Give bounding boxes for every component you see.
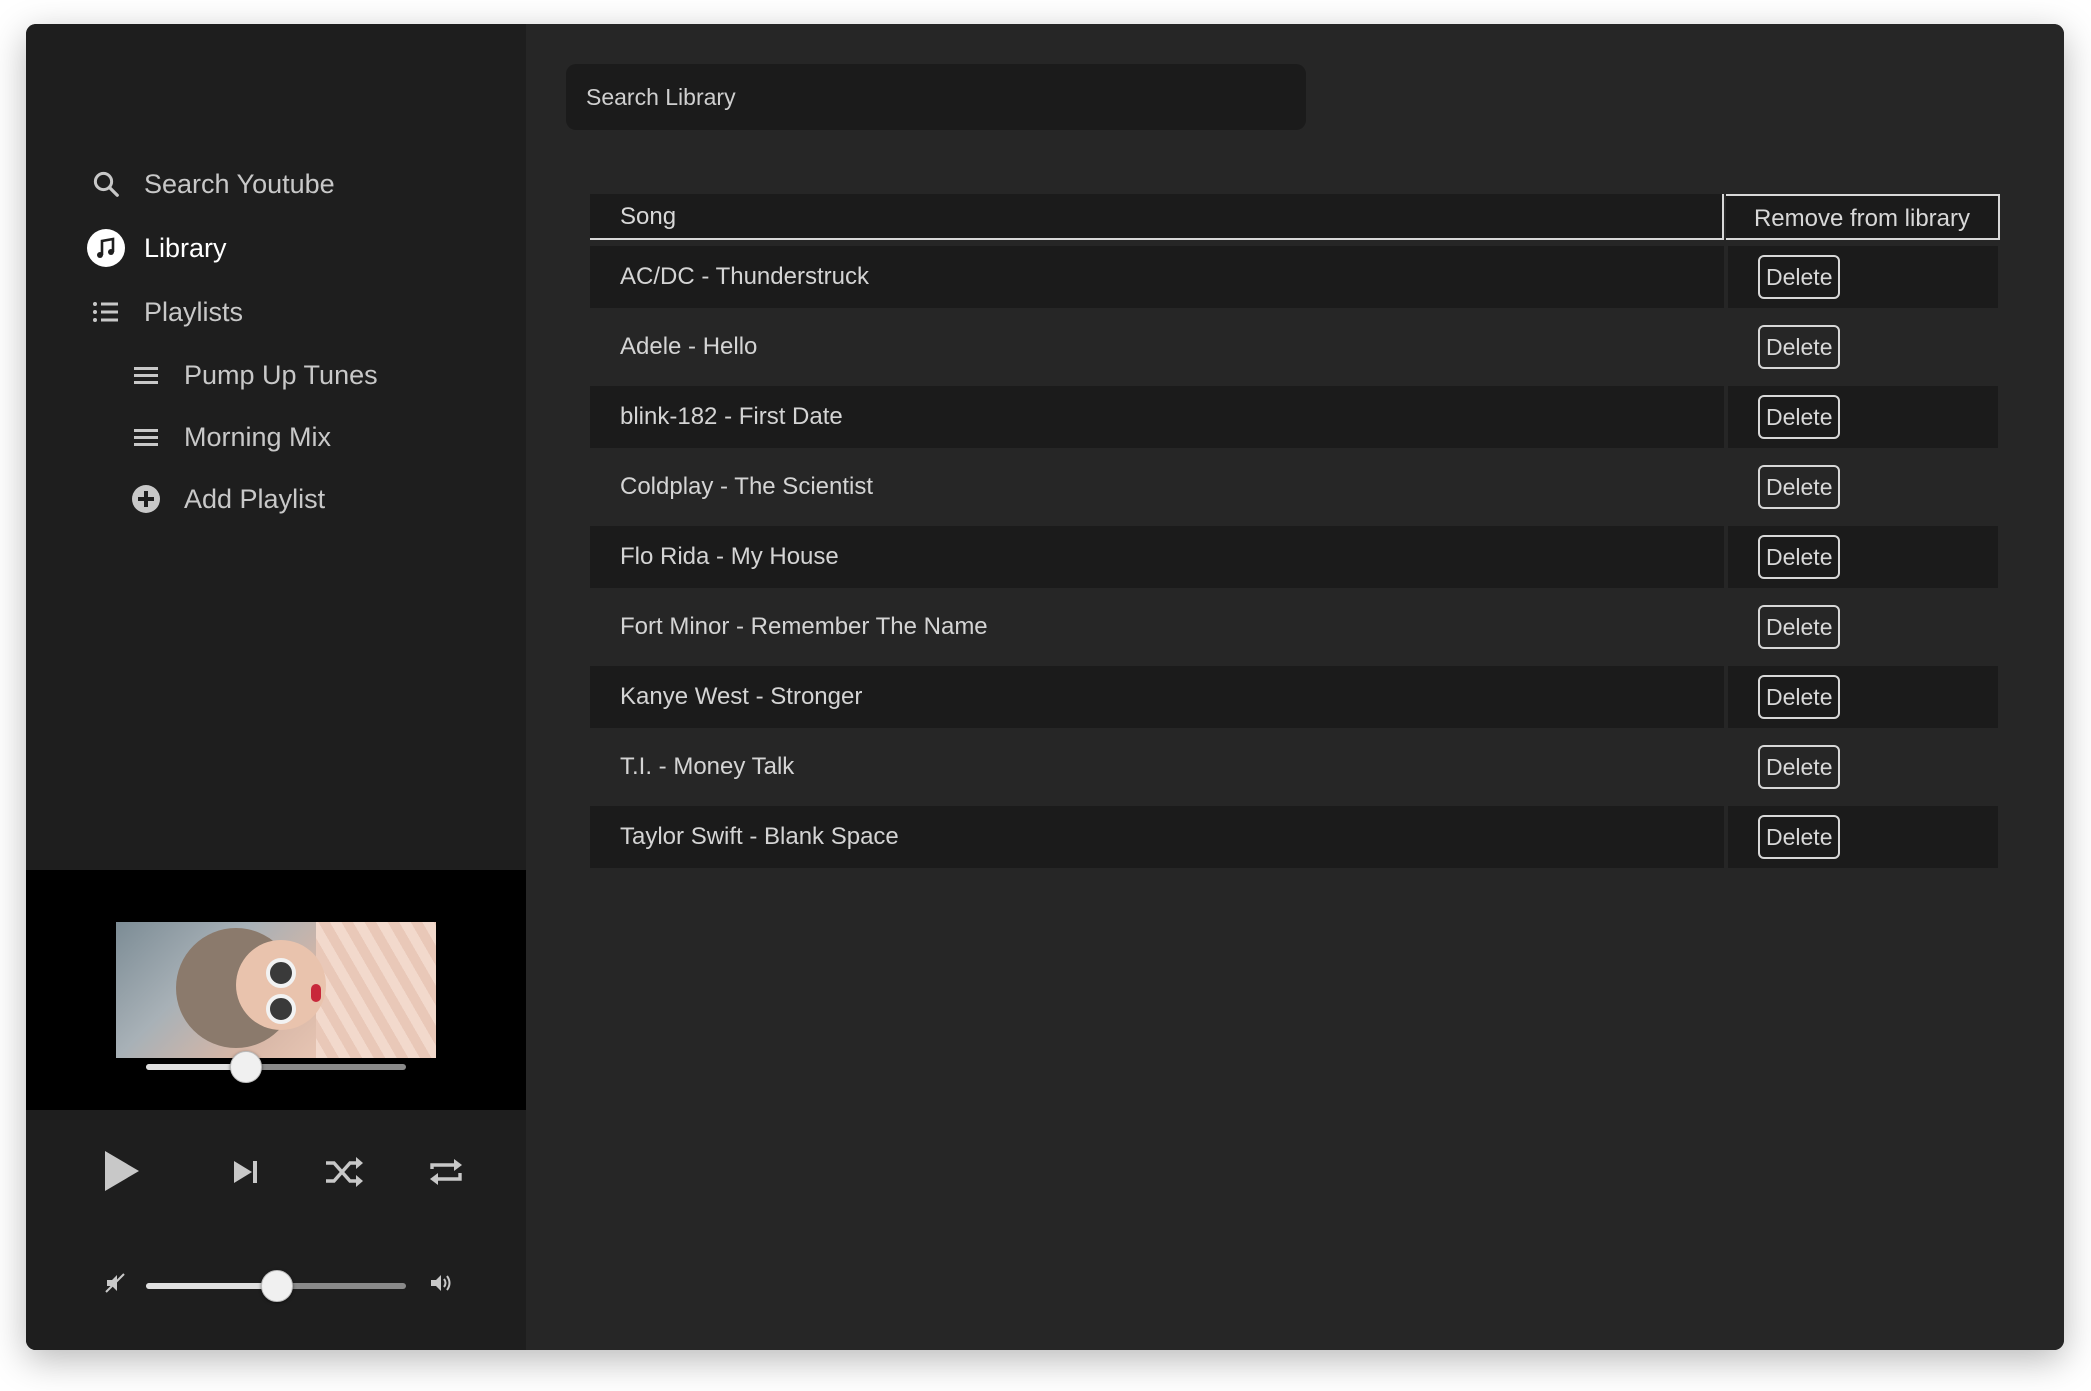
song-title: Taylor Swift - Blank Space bbox=[590, 806, 1724, 868]
add-playlist-button[interactable]: Add Playlist bbox=[26, 468, 526, 530]
playback-controls bbox=[26, 1110, 526, 1350]
column-header-remove[interactable]: Remove from library bbox=[1726, 194, 2000, 240]
remove-cell: Delete bbox=[1728, 456, 1998, 518]
table-row[interactable]: T.I. - Money Talk Delete bbox=[590, 736, 2000, 802]
sidebar-item-label: Library bbox=[144, 232, 227, 263]
delete-button[interactable]: Delete bbox=[1758, 395, 1841, 439]
sidebar-item-label: Search Youtube bbox=[144, 168, 335, 199]
table-row[interactable]: Kanye West - Stronger Delete bbox=[590, 666, 2000, 732]
delete-button[interactable]: Delete bbox=[1758, 255, 1841, 299]
shuffle-icon bbox=[326, 1157, 363, 1187]
sidebar-item-label: Pump Up Tunes bbox=[184, 359, 378, 390]
remove-cell: Delete bbox=[1728, 806, 1998, 868]
remove-cell: Delete bbox=[1728, 526, 1998, 588]
sidebar-item-label: Morning Mix bbox=[184, 421, 332, 452]
next-button[interactable] bbox=[226, 1152, 266, 1192]
table-row[interactable]: Taylor Swift - Blank Space Delete bbox=[590, 806, 2000, 872]
delete-button[interactable]: Delete bbox=[1758, 605, 1841, 649]
library-panel: Song Remove from library AC/DC - Thunder… bbox=[526, 24, 2064, 1350]
remove-cell: Delete bbox=[1728, 316, 1998, 378]
delete-button[interactable]: Delete bbox=[1758, 815, 1841, 859]
volume-fill bbox=[146, 1283, 276, 1289]
play-button[interactable] bbox=[96, 1146, 146, 1196]
progress-slider[interactable] bbox=[146, 1051, 406, 1083]
play-icon bbox=[105, 1151, 139, 1191]
progress-knob[interactable] bbox=[229, 1051, 262, 1083]
table-header: Song Remove from library bbox=[590, 194, 2000, 242]
search-library-input[interactable] bbox=[566, 64, 1306, 130]
volume-slider[interactable] bbox=[146, 1270, 406, 1302]
song-title: blink-182 - First Date bbox=[590, 386, 1724, 448]
table-row[interactable]: Adele - Hello Delete bbox=[590, 316, 2000, 382]
sidebar-item-playlists[interactable]: Playlists bbox=[26, 280, 526, 344]
remove-cell: Delete bbox=[1728, 596, 1998, 658]
sidebar-nav: Search Youtube Library Playlists Pump Up… bbox=[26, 152, 526, 530]
menu-icon bbox=[126, 355, 166, 395]
delete-button[interactable]: Delete bbox=[1758, 675, 1841, 719]
remove-cell: Delete bbox=[1728, 386, 1998, 448]
column-header-song[interactable]: Song bbox=[590, 194, 1724, 240]
list-icon bbox=[86, 292, 126, 332]
remove-cell: Delete bbox=[1728, 736, 1998, 798]
song-title: Adele - Hello bbox=[620, 333, 758, 360]
sidebar-item-label: Playlists bbox=[144, 296, 244, 327]
table-row[interactable]: Fort Minor - Remember The Name Delete bbox=[590, 596, 2000, 662]
library-table: Song Remove from library AC/DC - Thunder… bbox=[590, 194, 2000, 872]
menu-icon bbox=[126, 417, 166, 457]
sidebar-item-playlist-morning-mix[interactable]: Morning Mix bbox=[26, 406, 526, 468]
delete-button[interactable]: Delete bbox=[1758, 325, 1841, 369]
song-title: Coldplay - The Scientist bbox=[620, 473, 874, 500]
table-body: AC/DC - Thunderstruck Delete Adele - Hello… bbox=[590, 246, 2000, 872]
plus-circle-icon bbox=[126, 479, 166, 519]
table-row[interactable]: Flo Rida - My House Delete bbox=[590, 526, 2000, 592]
music-note-icon bbox=[86, 228, 126, 268]
repeat-icon bbox=[430, 1159, 462, 1185]
song-title: T.I. - Money Talk bbox=[620, 753, 795, 780]
mute-icon[interactable] bbox=[100, 1268, 130, 1298]
sidebar-item-search-youtube[interactable]: Search Youtube bbox=[26, 152, 526, 216]
song-title: Flo Rida - My House bbox=[590, 526, 1724, 588]
sidebar-item-playlist-pump-up-tunes[interactable]: Pump Up Tunes bbox=[26, 344, 526, 406]
table-row[interactable]: AC/DC - Thunderstruck Delete bbox=[590, 246, 2000, 312]
delete-button[interactable]: Delete bbox=[1758, 535, 1841, 579]
song-title: Kanye West - Stronger bbox=[590, 666, 1724, 728]
delete-button[interactable]: Delete bbox=[1758, 745, 1841, 789]
delete-button[interactable]: Delete bbox=[1758, 465, 1841, 509]
remove-cell: Delete bbox=[1728, 246, 1998, 308]
volume-knob[interactable] bbox=[261, 1270, 293, 1302]
table-row[interactable]: Coldplay - The Scientist Delete bbox=[590, 456, 2000, 522]
add-playlist-label: Add Playlist bbox=[184, 483, 326, 514]
repeat-button[interactable] bbox=[424, 1150, 468, 1194]
sidebar-item-library[interactable]: Library bbox=[26, 216, 526, 280]
app-window: Search Youtube Library Playlists Pump Up… bbox=[26, 24, 2064, 1350]
remove-cell: Delete bbox=[1728, 666, 1998, 728]
song-title: AC/DC - Thunderstruck bbox=[590, 246, 1724, 308]
song-title: Fort Minor - Remember The Name bbox=[620, 613, 988, 640]
video-player bbox=[26, 870, 526, 1110]
search-icon bbox=[86, 164, 126, 204]
sidebar: Search Youtube Library Playlists Pump Up… bbox=[26, 24, 526, 1350]
shuffle-button[interactable] bbox=[322, 1150, 366, 1194]
video-thumbnail[interactable] bbox=[116, 922, 436, 1058]
volume-max-icon[interactable] bbox=[426, 1268, 456, 1298]
table-row[interactable]: blink-182 - First Date Delete bbox=[590, 386, 2000, 452]
skip-next-icon bbox=[234, 1161, 257, 1183]
